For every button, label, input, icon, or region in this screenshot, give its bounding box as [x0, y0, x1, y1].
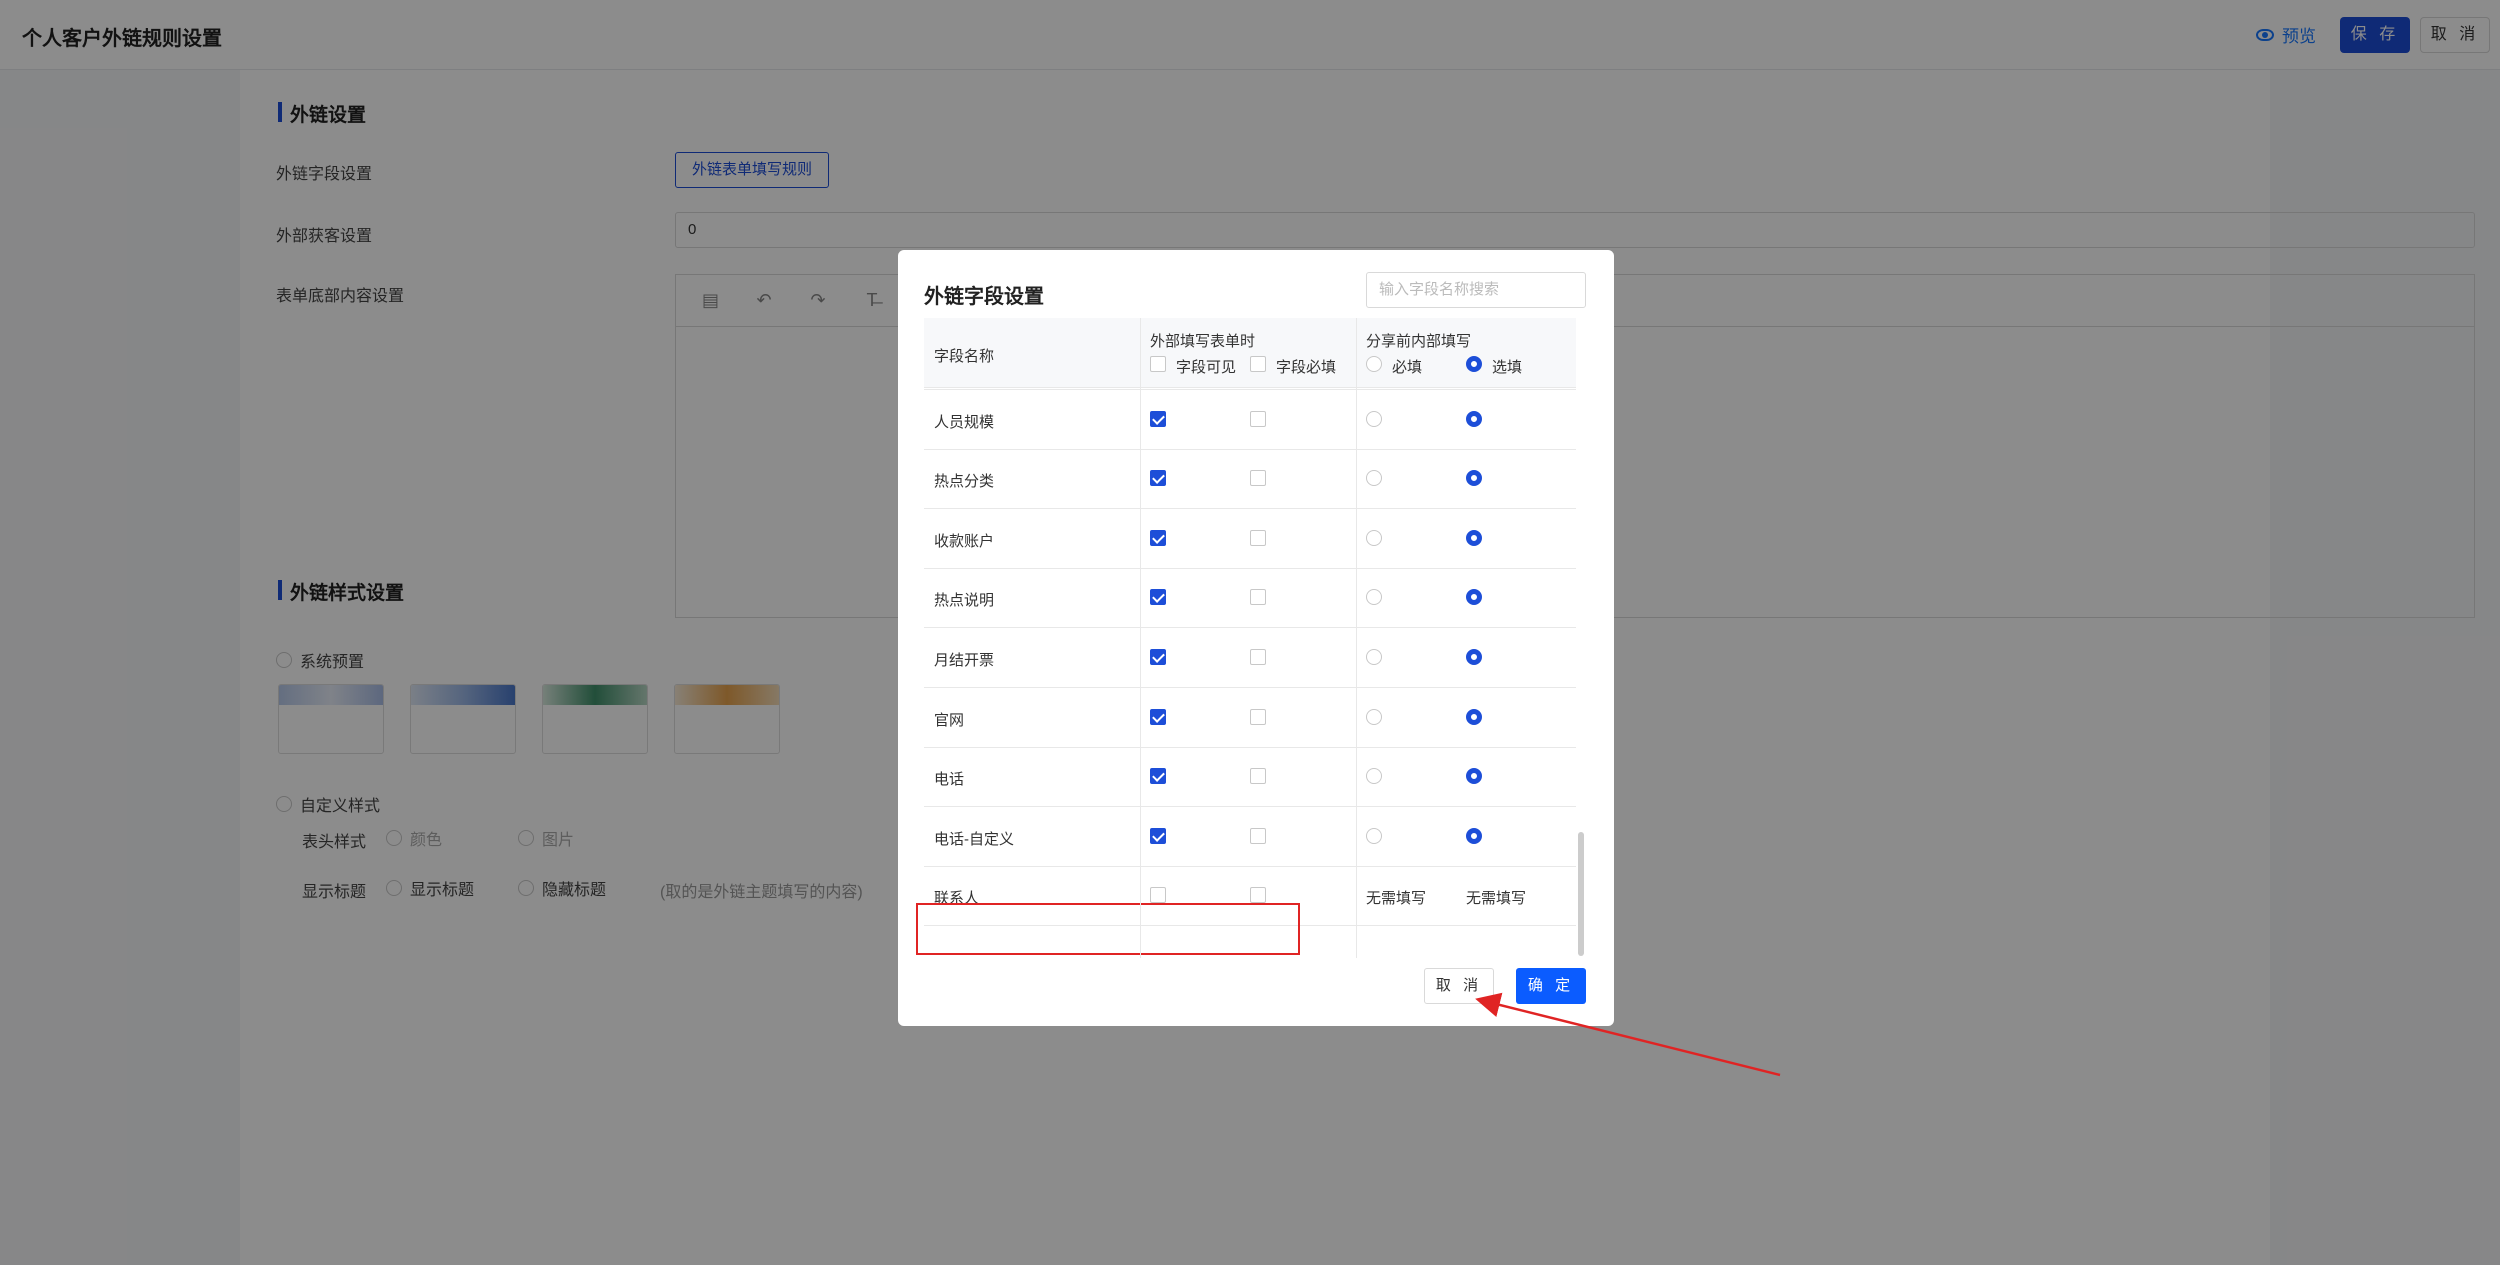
dialog-title: 外链字段设置 [924, 286, 1044, 308]
field-search-input[interactable]: 输入字段名称搜索 [1366, 272, 1586, 308]
must-radio[interactable] [1366, 589, 1382, 606]
dialog-cancel-button[interactable]: 取 消 [1424, 968, 1494, 1004]
col-required: 字段必填 [1276, 359, 1337, 376]
visible-checkbox[interactable] [1150, 470, 1166, 487]
must-radio[interactable] [1366, 827, 1382, 844]
col-external: 外部填写表单时 [1150, 333, 1256, 350]
field-name: 月结开票 [934, 652, 995, 669]
must-radio[interactable] [1366, 470, 1382, 487]
no-fill-text: 无需填写 [1466, 890, 1527, 908]
required-checkbox[interactable] [1250, 470, 1266, 487]
column-divider [1356, 318, 1357, 958]
dialog-confirm-button[interactable]: 确 定 [1516, 968, 1586, 1004]
select-all-required-checkbox[interactable] [1250, 356, 1266, 372]
must-radio[interactable] [1366, 768, 1382, 785]
visible-checkbox[interactable] [1150, 589, 1166, 606]
field-name: 收款账户 [934, 532, 995, 550]
all-optional-radio[interactable] [1466, 356, 1482, 372]
visible-checkbox[interactable] [1150, 887, 1166, 904]
table-row: 官网 [924, 688, 1576, 748]
visible-checkbox[interactable] [1150, 410, 1166, 427]
col-visible: 字段可见 [1176, 359, 1237, 376]
optional-radio[interactable] [1466, 470, 1482, 487]
optional-radio[interactable] [1466, 529, 1482, 546]
visible-checkbox[interactable] [1150, 708, 1166, 725]
visible-checkbox[interactable] [1150, 827, 1166, 844]
required-checkbox[interactable] [1250, 649, 1266, 665]
must-radio[interactable] [1366, 529, 1382, 546]
col-optional: 选填 [1492, 359, 1523, 376]
table-row: 电话-自定义 [924, 807, 1576, 867]
col-share: 分享前内部填写 [1366, 333, 1472, 350]
optional-radio[interactable] [1466, 827, 1482, 844]
table-row: 热点说明 [924, 568, 1576, 629]
required-checkbox[interactable] [1250, 708, 1266, 725]
table-row: 电话 [924, 747, 1576, 808]
table-row: 人员规模 [924, 390, 1576, 450]
all-must-radio[interactable] [1366, 356, 1382, 372]
required-checkbox[interactable] [1250, 887, 1266, 904]
field-name: 人员规模 [934, 413, 995, 431]
table-header: 字段名称 外部填写表单时 字段可见 字段必填 分享前内部填写 必填 选填 [924, 318, 1576, 388]
required-checkbox[interactable] [1250, 768, 1266, 785]
optional-radio[interactable] [1466, 410, 1482, 427]
visible-checkbox[interactable] [1150, 529, 1166, 546]
field-name: 官网 [934, 711, 965, 729]
col-must: 必填 [1392, 359, 1423, 376]
highlight-box [916, 903, 1300, 955]
no-fill-text: 无需填写 [1366, 890, 1427, 908]
required-checkbox[interactable] [1250, 529, 1266, 546]
field-name: 热点说明 [934, 592, 995, 610]
optional-radio[interactable] [1466, 768, 1482, 785]
must-radio[interactable] [1366, 410, 1382, 427]
must-radio[interactable] [1366, 708, 1382, 725]
field-table: 字段名称 外部填写表单时 字段可见 字段必填 分享前内部填写 必填 选填 证件号… [924, 318, 1576, 958]
visible-checkbox[interactable] [1150, 649, 1166, 665]
field-name: 热点分类 [934, 473, 995, 491]
required-checkbox[interactable] [1250, 827, 1266, 844]
optional-radio[interactable] [1466, 649, 1482, 665]
optional-radio[interactable] [1466, 589, 1482, 606]
col-field-name: 字段名称 [934, 348, 995, 365]
field-name: 电话-自定义 [934, 830, 1014, 848]
select-all-visible-checkbox[interactable] [1150, 356, 1166, 372]
optional-radio[interactable] [1466, 708, 1482, 725]
required-checkbox[interactable] [1250, 410, 1266, 427]
column-divider [1140, 318, 1141, 958]
field-name: 电话 [934, 771, 965, 789]
must-radio[interactable] [1366, 649, 1382, 665]
table-row: 热点分类 [924, 449, 1576, 510]
visible-checkbox[interactable] [1150, 768, 1166, 785]
table-row: 月结开票 [924, 628, 1576, 688]
required-checkbox[interactable] [1250, 589, 1266, 606]
table-scrollbar[interactable] [1578, 832, 1584, 956]
table-row: 收款账户 [924, 509, 1576, 569]
